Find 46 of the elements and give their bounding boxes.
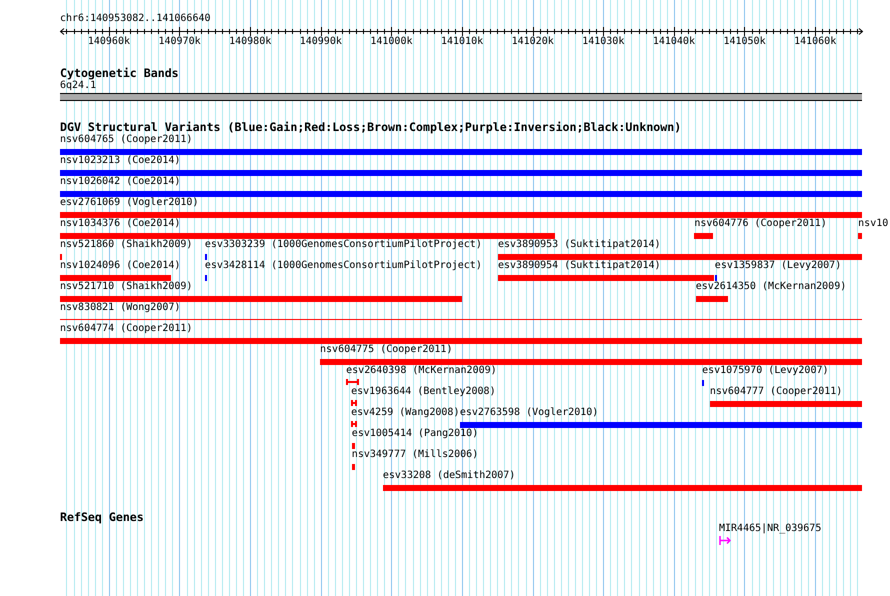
variant-label: esv3890953 (Suktitipat2014) [498, 239, 661, 251]
ruler-tick-label: 140960k [88, 36, 130, 48]
variant-label: esv33208 (deSmith2007) [382, 470, 516, 482]
variant-label: nsv830821 (Wong2007) [60, 302, 180, 314]
variant-label: nsv604765 (Cooper2011) [60, 134, 192, 146]
ruler-tick-label: 141010k [440, 36, 483, 48]
ruler-tick-label: 140990k [300, 36, 342, 48]
variant-label: esv2614350 (McKernan2009) [696, 281, 846, 293]
variant-label: nsv604774 (Cooper2011) [60, 323, 192, 335]
track-title: Cytogenetic Bands [60, 67, 179, 79]
ruler-tick-label: 141030k [582, 36, 624, 48]
variant-label: nsv1024096 (Coe2014) [60, 260, 180, 272]
variant-label: esv1075970 (Levy2007) [702, 365, 829, 377]
variant-label: nsv1023213 (Coe2014) [60, 155, 180, 167]
variant-label: esv4259 (Wang2008) [351, 407, 460, 419]
variant-label: esv1963644 (Bentley2008) [351, 386, 496, 398]
ruler-tick-label: 141000k [370, 36, 412, 48]
ruler-tick-label: 140980k [229, 36, 272, 48]
ruler-tick-label: 141060k [794, 36, 836, 48]
variant-label: esv3890954 (Suktitipat2014) [498, 260, 661, 272]
gene-arrow-icon [719, 535, 731, 546]
track-title: DGV Structural Variants (Blue:Gain;Red:Loss;Brown:Complex;Purple:Inversion;Black:Unknown) [60, 121, 682, 133]
band-label: 6q24.1 [60, 80, 96, 92]
variant-label: nsv10 [858, 218, 888, 230]
variant-label: esv1005414 (Pang2010) [352, 428, 478, 440]
track-title: RefSeq Genes [60, 511, 144, 523]
variant-label: esv2761069 (Vogler2010) [60, 197, 198, 209]
ruler-tick-label: 140970k [158, 36, 200, 48]
gene-label: MIR4465|NR_039675 [719, 523, 822, 535]
variant-label: nsv604776 (Cooper2011) [694, 218, 827, 230]
variant-label: nsv604777 (Cooper2011) [710, 386, 842, 398]
variant-label: esv2763598 (Vogler2010) [460, 407, 598, 419]
variant-label: esv2640398 (McKernan2009) [346, 365, 497, 377]
ruler-tick-label: 141020k [512, 36, 554, 48]
variant-label: esv3428114 (1000GenomesConsortiumPilotProject) [204, 260, 482, 272]
variant-label: nsv604775 (Cooper2011) [320, 344, 452, 356]
variant-label: nsv521710 (Shaikh2009) [60, 281, 192, 293]
variant-label: nsv521860 (Shaikh2009) [60, 239, 192, 251]
variant-label: nsv349777 (Mills2006) [352, 449, 478, 461]
ruler-tick-label: 141050k [723, 36, 766, 48]
variant-label: nsv1026042 (Coe2014) [60, 176, 180, 188]
variant-label: esv3303239 (1000GenomesConsortiumPilotProject) [204, 239, 482, 251]
ruler-tick-label: 141040k [652, 36, 695, 48]
ruler-position-label: chr6:140953082..141066640 [60, 13, 211, 25]
variant-label: esv1359837 (Levy2007) [714, 260, 842, 272]
variant-label: nsv1034376 (Coe2014) [60, 218, 180, 230]
